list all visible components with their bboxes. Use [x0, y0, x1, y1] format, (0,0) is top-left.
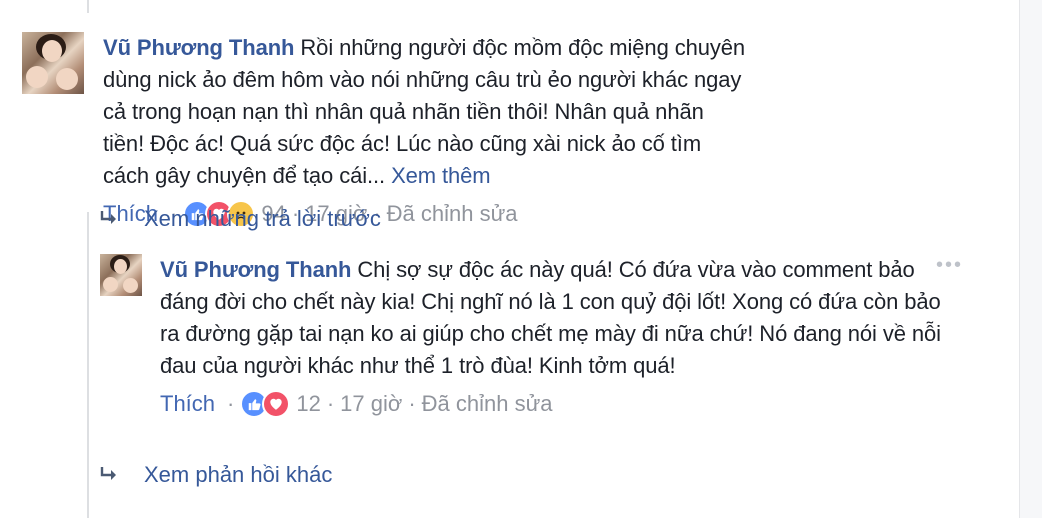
- edited-label[interactable]: Đã chỉnh sửa: [422, 391, 553, 417]
- reply-arrow-icon: [100, 467, 116, 480]
- view-previous-replies-link[interactable]: Xem những trả lời trước: [98, 206, 381, 232]
- like-button[interactable]: Thích: [160, 391, 215, 417]
- scrollbar-track[interactable]: [1019, 0, 1042, 518]
- comment: Vũ Phương Thanh Rồi những người độc mồm đ…: [22, 32, 748, 230]
- avatar[interactable]: [22, 32, 84, 94]
- comment-author-link[interactable]: Vũ Phương Thanh: [160, 257, 351, 282]
- comment-body: Vũ Phương Thanh Chị sợ sự độc ác này quá!…: [160, 254, 950, 420]
- comment-author-link[interactable]: Vũ Phương Thanh: [103, 35, 294, 60]
- reactions-summary[interactable]: [240, 390, 291, 418]
- view-previous-replies-label: Xem những trả lời trước: [144, 206, 381, 231]
- comment-timestamp[interactable]: 17 giờ: [340, 391, 402, 417]
- view-more-replies-label: Xem phản hồi khác: [144, 462, 333, 487]
- comment-text-block: Vũ Phương Thanh Chị sợ sự độc ác này quá!…: [160, 254, 950, 382]
- avatar[interactable]: [100, 254, 142, 296]
- view-more-replies-link[interactable]: Xem phản hồi khác: [98, 462, 332, 488]
- separator: ·: [227, 391, 235, 416]
- love-reaction-icon: [262, 390, 291, 418]
- thread-divider-top: [87, 0, 89, 13]
- see-more-link[interactable]: Xem thêm: [391, 163, 491, 188]
- edited-label[interactable]: Đã chỉnh sửa: [387, 201, 518, 227]
- separator: ·: [326, 391, 335, 416]
- thread-divider: [87, 212, 89, 518]
- more-options-button[interactable]: •••: [936, 254, 963, 277]
- comment-body: Vũ Phương Thanh Rồi những người độc mồm đ…: [103, 32, 748, 230]
- separator: ·: [408, 391, 416, 416]
- comment-text-block: Vũ Phương Thanh Rồi những người độc mồm đ…: [103, 32, 748, 192]
- reply-comment: Vũ Phương Thanh Chị sợ sự độc ác này quá!…: [100, 254, 950, 420]
- reply-arrow-icon: [100, 211, 116, 224]
- reaction-count[interactable]: 12: [296, 391, 320, 417]
- comment-actions: Thích · 12 · 17 giờ · Đã chỉnh sửa: [160, 388, 950, 420]
